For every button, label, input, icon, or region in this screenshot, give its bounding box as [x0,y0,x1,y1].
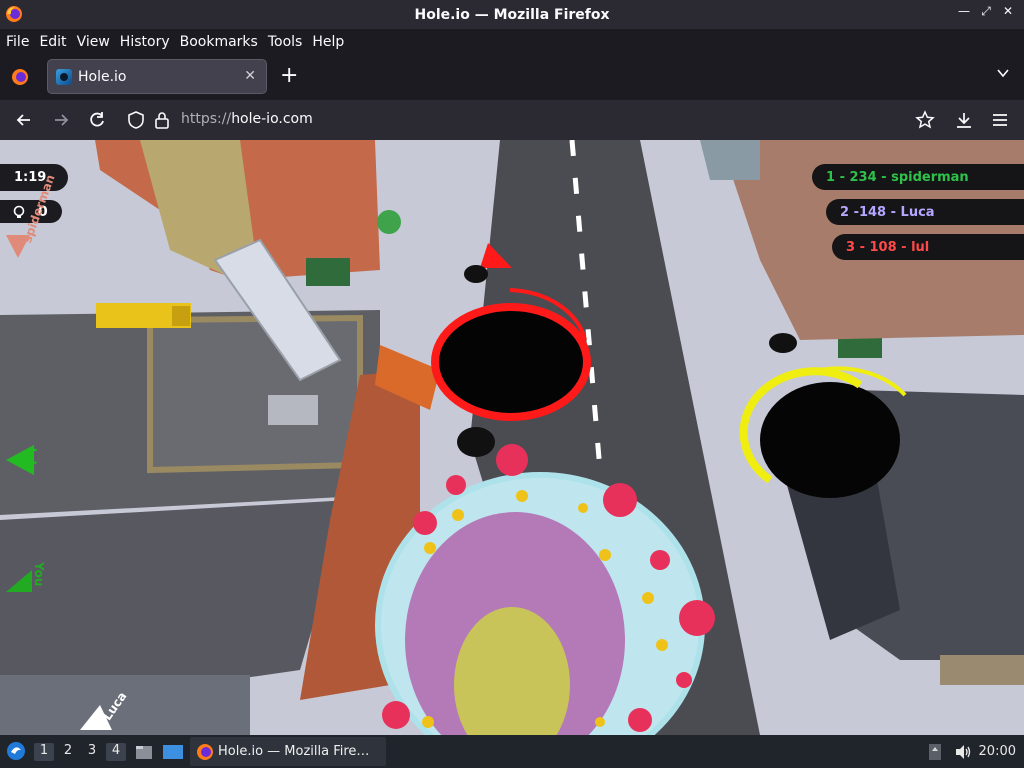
hole-yellow [760,382,900,498]
workspace-1[interactable]: 1 [34,743,54,761]
shield-icon[interactable] [127,110,145,130]
taskbar: 1 2 3 4 Hole.io — Mozilla Fire… 20:00 [0,735,1024,768]
notification-icon[interactable] [928,743,942,761]
volume-icon[interactable] [954,743,972,761]
menu-tools[interactable]: Tools [268,34,303,50]
download-icon[interactable] [954,110,974,130]
minimize-icon[interactable]: — [956,4,972,19]
window-controls: — ⤢ ✕ [956,4,1016,19]
taskbar-task-label: Hole.io — Mozilla Fire… [218,744,370,759]
lightbulb-icon [13,205,25,218]
tree [377,210,401,234]
lock-icon[interactable] [154,110,170,130]
chevron-down-icon[interactable] [996,66,1010,80]
start-menu-icon[interactable] [6,741,26,761]
tab-hole-io[interactable]: Hole.io ✕ [47,59,267,94]
tire [464,265,488,283]
tab-label: Hole.io [78,68,127,85]
game-canvas[interactable]: 1:19 0 1 - 234 - spiderman 2 -148 - Luca… [0,140,1024,735]
menu-file[interactable]: File [6,34,29,50]
desktop-icon[interactable] [162,742,184,762]
firefox-view-icon[interactable] [10,67,30,87]
tab-bar: Hole.io ✕ + [0,54,1024,100]
tire [769,333,797,353]
url-field[interactable]: https://hole-io.com [181,111,313,127]
ac-unit [268,395,318,425]
workspace-4[interactable]: 4 [106,743,126,761]
maximize-icon[interactable]: ⤢ [978,4,994,19]
leaderboard-entry-2: 2 -148 - Luca [826,199,1024,225]
menu-help[interactable]: Help [312,34,344,50]
window-title: Hole.io — Mozilla Firefox [414,6,610,23]
building-low [0,675,250,735]
hole-red [431,303,591,421]
leaderboard-entry-1: 1 - 234 - spiderman [812,164,1024,190]
offscreen-label-lul: lul [24,448,38,465]
tire [457,427,495,457]
hole-io-favicon-icon [56,68,72,85]
taskbar-firefox-item[interactable]: Hole.io — Mozilla Fire… [190,737,386,766]
clock: 20:00 [978,744,1016,759]
menu-bar: File Edit View History Bookmarks Tools H… [0,29,1024,54]
dumpster [306,258,350,286]
game-timer: 1:19 [0,164,68,191]
file-manager-icon[interactable] [134,742,154,762]
menu-bookmarks[interactable]: Bookmarks [180,34,258,50]
menu-view[interactable]: View [77,34,110,50]
hamburger-menu-icon[interactable] [990,110,1010,130]
nav-bar: https://hole-io.com [0,100,1024,140]
building-roof-2 [0,500,350,700]
url-host: hole-io.com [231,111,313,127]
fence [940,655,1024,685]
forward-arrow-icon[interactable] [51,110,71,130]
window-titlebar: Hole.io — Mozilla Firefox — ⤢ ✕ [0,0,1024,29]
offscreen-label-you: You [32,562,46,587]
workspace-3[interactable]: 3 [82,743,102,761]
building-glass [700,140,760,180]
rooftop-ledge [147,314,363,474]
new-tab-icon[interactable]: + [280,64,298,88]
back-arrow-icon[interactable] [14,110,34,130]
firefox-logo-icon [6,6,22,22]
close-window-icon[interactable]: ✕ [1000,4,1016,19]
bookmark-star-icon[interactable] [915,110,935,130]
reload-icon[interactable] [87,110,107,130]
menu-history[interactable]: History [120,34,170,50]
close-icon[interactable]: ✕ [244,68,256,84]
firefox-logo-icon [197,744,213,760]
menu-edit[interactable]: Edit [39,34,66,50]
url-protocol: https:// [181,111,232,127]
leaderboard-entry-3: 3 - 108 - lul [832,234,1024,260]
workspace-2[interactable]: 2 [58,743,78,761]
game-scene [0,140,1024,735]
